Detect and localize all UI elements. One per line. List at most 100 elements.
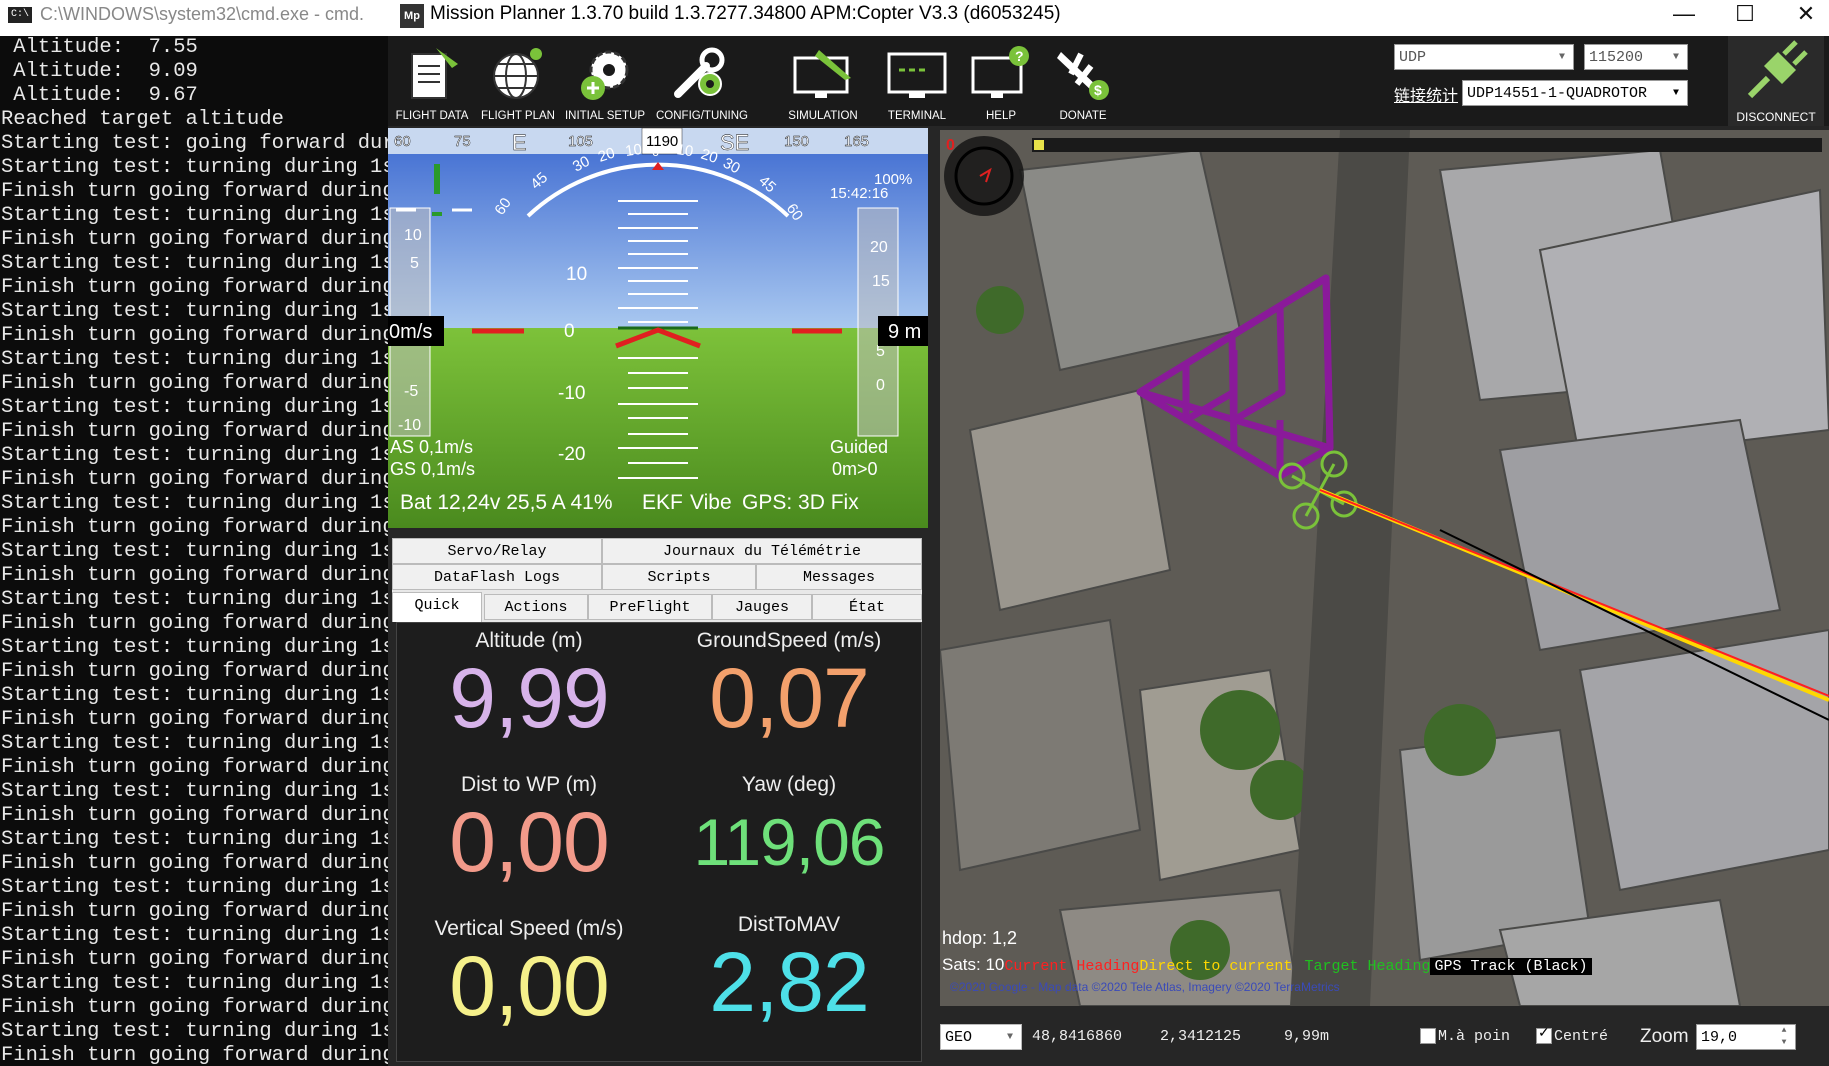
simulation-button[interactable]: SIMULATION bbox=[768, 40, 878, 124]
altitude-readout: 9,99m bbox=[1284, 1028, 1330, 1045]
cmd-line: Finish turn going forward during bbox=[1, 612, 388, 635]
groundspeed-readout: GS 0,1m/s bbox=[390, 459, 475, 479]
centered-checkbox[interactable]: ✓ bbox=[1536, 1026, 1552, 1045]
initial-setup-button[interactable]: INITIAL SETUP bbox=[560, 40, 650, 124]
link-select[interactable]: UDP14551-1-QUADROTOR ▼ bbox=[1462, 80, 1688, 106]
cmd-line: Starting test: turning during 1s bbox=[1, 492, 388, 515]
goto-point-checkbox[interactable] bbox=[1420, 1028, 1436, 1045]
ekf-status[interactable]: EKF bbox=[642, 491, 683, 514]
quick-cell-groundspeed[interactable]: GroundSpeed (m/s) 0,07 bbox=[659, 629, 919, 743]
vibe-status[interactable]: Vibe bbox=[690, 491, 732, 514]
chevron-down-icon: ▼ bbox=[1665, 81, 1687, 105]
link-stats-label[interactable]: 链接统计 bbox=[1394, 82, 1458, 106]
hud-canvas: 60 75 E 105 1190 SE 150 165 60 45 30 20 … bbox=[388, 128, 928, 528]
cmd-line: Finish turn going forward during bbox=[1, 1044, 388, 1066]
quick-cell-yaw[interactable]: Yaw (deg) 119,06 bbox=[659, 773, 919, 887]
cmd-line: Starting test: turning during 1s bbox=[1, 252, 388, 275]
hdop-readout: hdop: 1,2 bbox=[942, 928, 1018, 948]
initial-setup-label: INITIAL SETUP bbox=[564, 110, 646, 122]
gps-status: GPS: 3D Fix bbox=[742, 491, 859, 514]
centered-option[interactable]: ✓ Centré bbox=[1536, 1026, 1608, 1045]
terminal-label: TERMINAL bbox=[887, 110, 947, 122]
cmd-line: Starting test: turning during 1s bbox=[1, 540, 388, 563]
disconnect-label: DISCONNECT bbox=[1736, 110, 1816, 124]
cmd-line: Starting test: turning during 1s bbox=[1, 684, 388, 707]
tab-servo-relay[interactable]: Servo/Relay bbox=[392, 538, 602, 564]
battery-status: Bat 12,24v 25,5 A 41% bbox=[400, 491, 613, 514]
quick-cell-vertical-speed[interactable]: Vertical Speed (m/s) 0,00 bbox=[399, 917, 659, 1031]
cmd-output[interactable]: Altitude: 7.55 Altitude: 9.09 Altitude: … bbox=[0, 36, 388, 1066]
quick-value: 119,06 bbox=[693, 805, 886, 879]
tab-messages[interactable]: Messages bbox=[756, 564, 922, 590]
flight-plan-label: FLIGHT PLAN bbox=[481, 110, 555, 122]
heading-tick: 60 bbox=[394, 133, 411, 150]
tab-actions[interactable]: Actions bbox=[484, 594, 588, 620]
map-view[interactable]: 0 hdop: 1,2 Sats: 10Current HeadingDirec… bbox=[940, 130, 1829, 1006]
baud-rate-select[interactable]: 115200 ▼ bbox=[1584, 44, 1688, 70]
cmd-window[interactable]: C:\ C:\WINDOWS\system32\cmd.exe - cmd. Al… bbox=[0, 0, 388, 1066]
quick-cell-altitude[interactable]: Altitude (m) 9,99 bbox=[399, 629, 659, 743]
wrench-icon bbox=[674, 47, 725, 98]
baud-rate-value: 115200 bbox=[1589, 49, 1644, 66]
config-tuning-button[interactable]: CONFIG/TUNING bbox=[650, 40, 754, 124]
stepper-arrows-icon[interactable]: ▲ ▼ bbox=[1773, 1025, 1795, 1049]
quick-value: 9,99 bbox=[449, 651, 610, 745]
donate-button[interactable]: $ DONATE bbox=[1040, 40, 1126, 124]
compass-zero: 0 bbox=[946, 137, 955, 154]
terminal-button[interactable]: TERMINAL bbox=[874, 40, 960, 124]
cmd-line: Starting test: turning during 1s bbox=[1, 1020, 388, 1043]
waypoint-distance: 0m>0 bbox=[832, 459, 878, 479]
coord-type-select[interactable]: GEO ▼ bbox=[940, 1024, 1022, 1050]
hud[interactable]: 60 75 E 105 1190 SE 150 165 60 45 30 20 … bbox=[388, 128, 928, 528]
vertical-indicator bbox=[434, 164, 440, 194]
tab-jauges[interactable]: Jauges bbox=[712, 594, 812, 620]
heading-value: 1190 bbox=[646, 133, 678, 150]
flight-data-button[interactable]: FLIGHT DATA bbox=[388, 40, 476, 124]
quick-panel[interactable]: Altitude (m) 9,99 GroundSpeed (m/s) 0,07… bbox=[396, 622, 922, 1062]
goto-point-option[interactable]: M.à poin bbox=[1420, 1028, 1510, 1045]
minimize-button[interactable]: — bbox=[1654, 0, 1714, 30]
heading-tick: 150 bbox=[784, 133, 809, 150]
zoom-stepper[interactable]: 19,0 ▲ ▼ bbox=[1696, 1024, 1796, 1050]
tab-quick[interactable]: Quick bbox=[392, 592, 482, 622]
quick-label: DistToMAV bbox=[737, 913, 841, 936]
close-button[interactable]: ✕ bbox=[1776, 0, 1829, 30]
cmd-line: Finish turn going forward during bbox=[1, 708, 388, 731]
cmd-titlebar[interactable]: C:\ C:\WINDOWS\system32\cmd.exe - cmd. bbox=[0, 0, 388, 36]
quick-label: Vertical Speed (m/s) bbox=[434, 917, 624, 940]
latitude-readout: 48,8416860 bbox=[1032, 1028, 1123, 1045]
mp-titlebar[interactable]: Mp Mission Planner 1.3.70 build 1.3.7277… bbox=[388, 0, 1829, 36]
cmd-line: Finish turn going forward during bbox=[1, 660, 388, 683]
altitude-value: 9 m bbox=[888, 321, 921, 343]
data-tabs: Servo/Relay Journaux du Télémétrie DataF… bbox=[392, 538, 922, 622]
cmd-line: Finish turn going forward during bbox=[1, 948, 388, 971]
tab-etat[interactable]: État bbox=[812, 594, 922, 620]
cmd-line: Starting test: turning during 1s bbox=[1, 156, 388, 179]
checkmark-icon: ✓ bbox=[1538, 1026, 1550, 1043]
tab-scripts[interactable]: Scripts bbox=[602, 564, 756, 590]
quick-cell-dist-to-wp[interactable]: Dist to WP (m) 0,00 bbox=[399, 773, 659, 887]
longitude-readout: 2,3412125 bbox=[1160, 1028, 1242, 1045]
cmd-line: Finish turn going forward during bbox=[1, 180, 388, 203]
heading-tick: SE bbox=[720, 130, 749, 155]
connection-type-select[interactable]: UDP ▼ bbox=[1394, 44, 1574, 70]
cmd-line: Starting test: going forward dur bbox=[1, 132, 388, 155]
flight-plan-button[interactable]: FLIGHT PLAN bbox=[474, 40, 562, 124]
cmd-line: Finish turn going forward during bbox=[1, 996, 388, 1019]
terminal-icon bbox=[887, 52, 947, 98]
maximize-button[interactable]: ☐ bbox=[1715, 0, 1775, 30]
quick-cell-dist-to-mav[interactable]: DistToMAV 2,82 bbox=[659, 913, 919, 1027]
tab-preflight[interactable]: PreFlight bbox=[588, 594, 712, 620]
speed-tick: -5 bbox=[404, 383, 418, 400]
mission-progress-fill bbox=[1034, 140, 1044, 150]
zoom-label: Zoom bbox=[1640, 1026, 1689, 1047]
mission-planner-window[interactable]: Mp Mission Planner 1.3.70 build 1.3.7277… bbox=[388, 0, 1829, 1066]
tab-dataflash-logs[interactable]: DataFlash Logs bbox=[392, 564, 602, 590]
cmd-line: Starting test: turning during 1s bbox=[1, 588, 388, 611]
speed-tick: 10 bbox=[404, 227, 422, 244]
tab-telemetry-logs[interactable]: Journaux du Télémétrie bbox=[602, 538, 922, 564]
disconnect-button[interactable]: DISCONNECT bbox=[1728, 36, 1824, 126]
help-button[interactable]: ? HELP bbox=[958, 40, 1044, 124]
connection-type-value: UDP bbox=[1399, 49, 1427, 66]
alt-tick: 15 bbox=[872, 273, 890, 290]
